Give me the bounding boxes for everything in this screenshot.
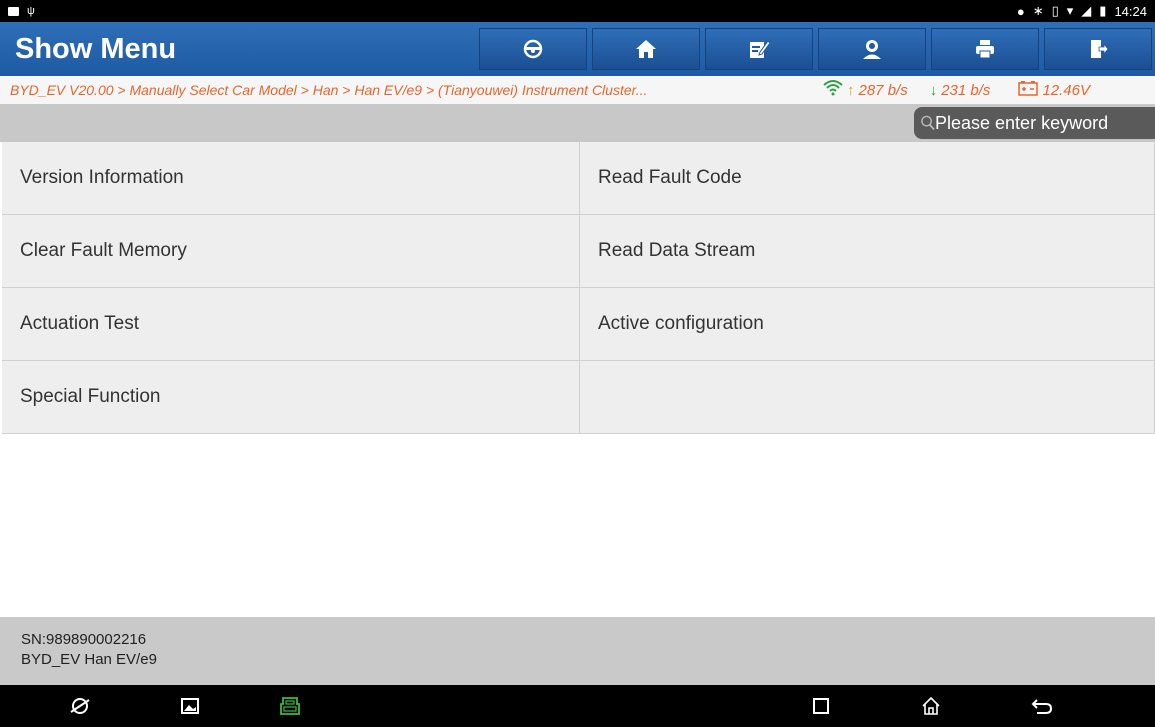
bluetooth-icon: ∗	[1032, 3, 1044, 18]
menu-item-empty	[580, 361, 1155, 434]
search-box[interactable]	[914, 107, 1155, 139]
page-title: Show Menu	[15, 32, 177, 65]
search-input[interactable]	[935, 112, 1155, 134]
exit-button[interactable]	[1044, 28, 1152, 70]
voltage-value: 12.46V	[1042, 81, 1090, 99]
breadcrumb-path: BYD_EV V20.00 > Manually Select Car Mode…	[10, 82, 648, 98]
back-button[interactable]	[1027, 693, 1057, 719]
menu-item-special-function[interactable]: Special Function	[2, 361, 580, 434]
wifi-status-icon: ▾	[1066, 3, 1074, 18]
search-icon	[921, 115, 935, 131]
network-status: ↑ 287 b/s ↓ 231 b/s 12.46V	[823, 79, 1090, 101]
image-icon	[181, 698, 199, 714]
home-nav-button[interactable]	[916, 693, 946, 719]
home-icon	[636, 40, 656, 58]
menu-item-active-configuration[interactable]: Active configuration	[580, 288, 1155, 361]
location-icon: ●	[1016, 3, 1025, 19]
back-icon	[1031, 699, 1053, 714]
download-speed: 231 b/s	[941, 81, 991, 99]
download-arrow-icon: ↓	[929, 81, 938, 99]
print-icon	[976, 40, 994, 59]
orbit-icon	[70, 698, 90, 714]
exit-icon	[1091, 40, 1109, 58]
status-bar: ψ ● ∗ ▯ ▾ ◢ ▮ 14:24	[0, 0, 1155, 22]
usb-icon: ψ	[27, 5, 35, 17]
edit-icon	[750, 40, 770, 58]
edit-button[interactable]	[705, 28, 813, 70]
menu-item-read-fault-code[interactable]: Read Fault Code	[580, 142, 1155, 215]
breadcrumb: BYD_EV V20.00 > Manually Select Car Mode…	[0, 76, 1155, 104]
upload-speed: 287 b/s	[858, 81, 908, 99]
menu-item-version-information[interactable]: Version Information	[2, 142, 580, 215]
home-nav-icon	[922, 696, 940, 715]
footer-info: SN:989890002216 BYD_EV Han EV/e9	[0, 617, 1155, 685]
menu-grid: Version Information Read Fault Code Clea…	[2, 142, 1155, 434]
recents-button[interactable]	[806, 693, 836, 719]
app-window: ψ ● ∗ ▯ ▾ ◢ ▮ 14:24 Show Menu BYD_EV V20…	[0, 0, 1155, 727]
print-button[interactable]	[931, 28, 1039, 70]
gallery-notification-icon	[8, 6, 19, 16]
user-icon	[863, 40, 881, 59]
signal-icon: ◢	[1081, 3, 1092, 18]
gallery-button[interactable]	[175, 693, 205, 719]
browser-button[interactable]	[65, 693, 95, 719]
wifi-icon	[823, 79, 843, 101]
upload-arrow-icon: ↑	[847, 81, 855, 99]
battery-voltage-icon	[1018, 80, 1039, 100]
header-bar: Show Menu	[0, 22, 1155, 76]
search-row	[0, 104, 1155, 142]
vibrate-icon: ▯	[1051, 3, 1059, 18]
steering-wheel-button[interactable]	[479, 28, 587, 70]
steering-wheel-icon	[523, 39, 543, 59]
clock: 14:24	[1114, 3, 1147, 19]
vci-button[interactable]	[275, 693, 305, 719]
vci-icon	[280, 697, 300, 715]
user-button[interactable]	[818, 28, 926, 70]
menu-item-clear-fault-memory[interactable]: Clear Fault Memory	[2, 215, 580, 288]
recents-icon	[813, 698, 829, 714]
home-button[interactable]	[592, 28, 700, 70]
nav-bar	[0, 685, 1155, 727]
menu-item-read-data-stream[interactable]: Read Data Stream	[580, 215, 1155, 288]
toolbar	[477, 22, 1155, 76]
menu-item-actuation-test[interactable]: Actuation Test	[2, 288, 580, 361]
serial-number: SN:989890002216	[21, 631, 147, 648]
battery-icon: ▮	[1099, 3, 1107, 18]
vehicle-model: BYD_EV Han EV/e9	[21, 651, 157, 668]
